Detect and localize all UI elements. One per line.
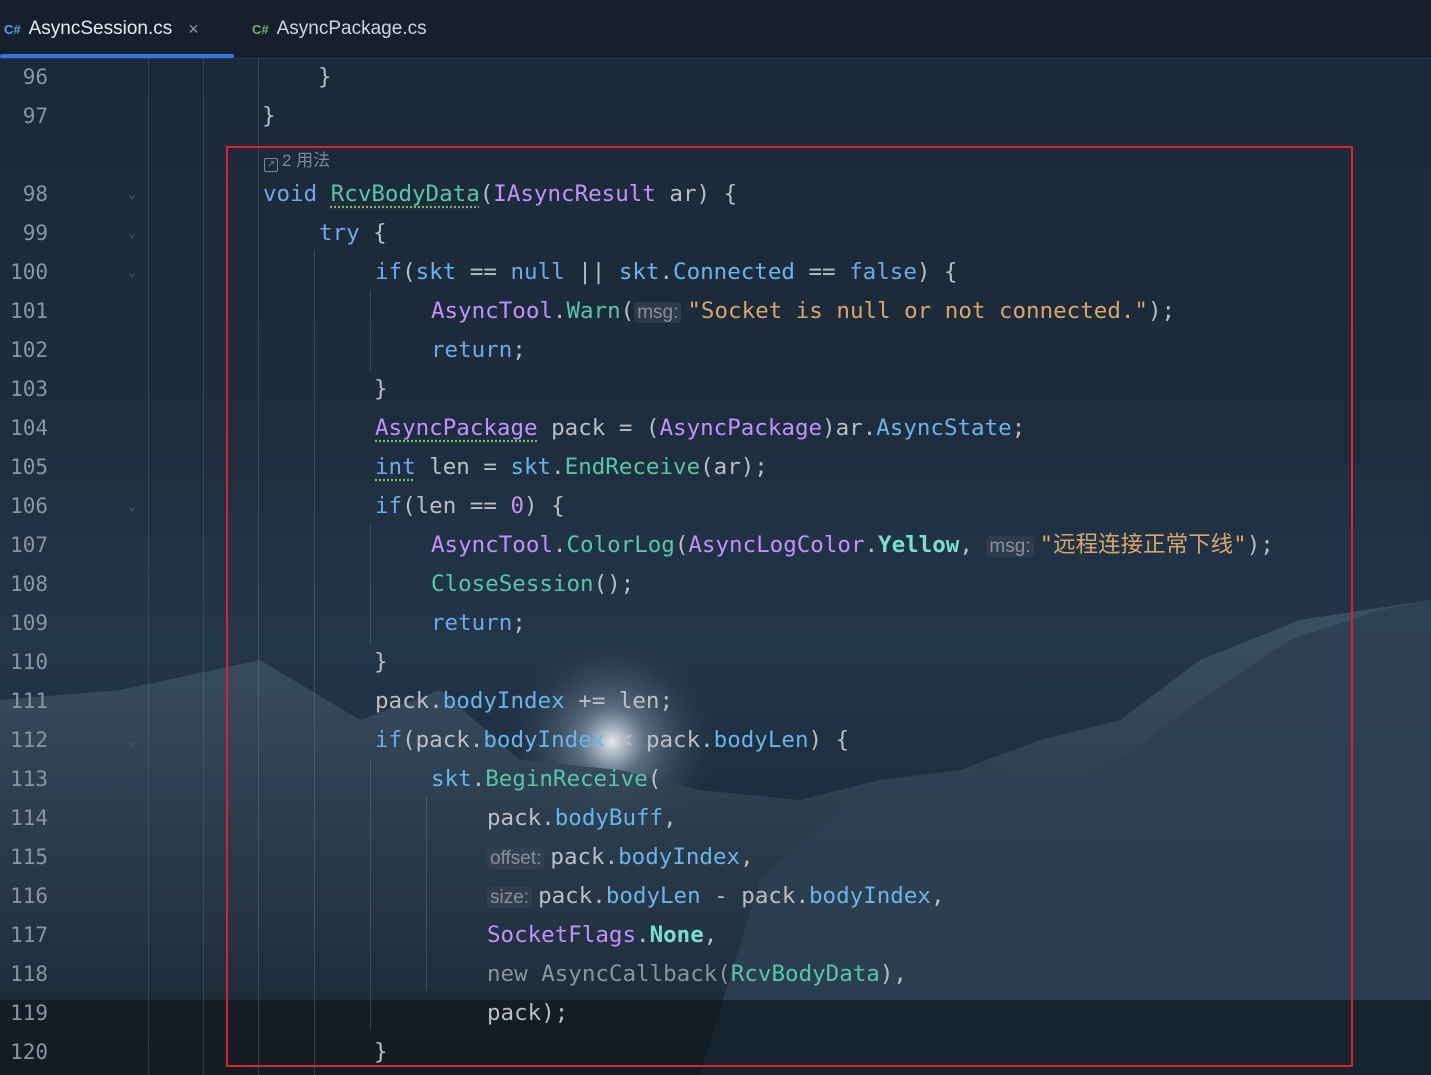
line-number: 120 — [10, 1040, 48, 1064]
gutter-divider — [203, 58, 204, 1075]
line-number: 119 — [10, 1001, 48, 1025]
tab-asyncsession[interactable]: C# AsyncSession.cs × — [0, 0, 234, 58]
line-number: 117 — [10, 923, 48, 947]
line-number: 103 — [10, 377, 48, 401]
line-number: 110 — [10, 650, 48, 674]
code-line-97: } — [262, 103, 276, 129]
line-number: 101 — [10, 299, 48, 323]
line-number: 111 — [10, 689, 48, 713]
line-number: 114 — [10, 806, 48, 830]
line-number: 107 — [10, 533, 48, 557]
active-tab-indicator — [0, 54, 234, 58]
line-number: 104 — [10, 416, 48, 440]
csharp-file-icon: C# — [252, 21, 269, 37]
line-number: 98 — [22, 182, 48, 206]
tab-asyncpackage[interactable]: C# AsyncPackage.cs — [252, 0, 427, 58]
line-number: 115 — [10, 845, 48, 869]
highlight-box — [226, 146, 1353, 1067]
line-number: 105 — [10, 455, 48, 479]
line-number: 113 — [10, 767, 48, 791]
line-number: 99 — [22, 221, 48, 245]
line-number: 108 — [10, 572, 48, 596]
close-icon[interactable]: × — [188, 19, 199, 40]
fold-chevron-icon[interactable]: ⌄ — [128, 181, 136, 207]
code-line-96: } — [318, 64, 332, 90]
tab-label: AsyncPackage.cs — [276, 18, 427, 39]
line-number: 106 — [10, 494, 48, 518]
line-number: 102 — [10, 338, 48, 362]
gutter-divider — [148, 58, 149, 1075]
line-number: 118 — [10, 962, 48, 986]
fold-chevron-icon[interactable]: ⌄ — [128, 220, 136, 246]
line-number: 97 — [22, 104, 48, 128]
line-number: 109 — [10, 611, 48, 635]
editor-tab-bar: C# AsyncSession.cs × C# AsyncPackage.cs — [0, 0, 1431, 59]
fold-chevron-icon[interactable]: ⌄ — [128, 259, 136, 285]
line-number: 112 — [10, 728, 48, 752]
line-number: 116 — [10, 884, 48, 908]
fold-chevron-icon[interactable]: ⌄ — [128, 493, 136, 519]
line-number: 100 — [10, 260, 48, 284]
csharp-file-icon: C# — [4, 21, 21, 37]
fold-chevron-icon[interactable]: ⌄ — [128, 727, 136, 753]
line-number: 96 — [22, 65, 48, 89]
tab-label: AsyncSession.cs — [28, 18, 173, 39]
